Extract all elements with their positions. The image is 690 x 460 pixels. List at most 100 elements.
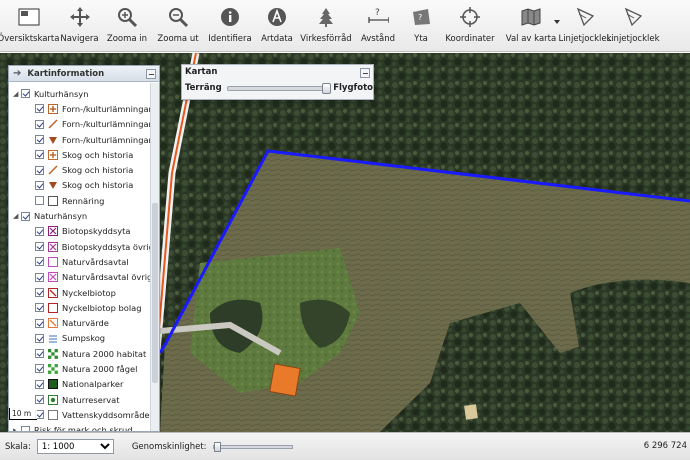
scale-bar: 10 m [9,408,37,420]
layer-item[interactable]: Naturvårdsavtal [9,254,159,269]
tool-navigera-button[interactable]: Navigera [57,0,102,52]
layer-checkbox[interactable] [35,104,44,114]
layer-group-checkbox[interactable] [21,211,30,221]
tool-koordinater-button[interactable]: Koordinater [440,0,500,52]
tool-artdata-button[interactable]: Artdata [256,0,298,52]
collapse-triangle-icon[interactable]: ◢ [13,212,21,220]
tool-label: Översiktskarta [0,34,60,44]
tool-zooma-in-button[interactable]: Zooma in [102,0,152,52]
layer-checkbox[interactable] [35,318,44,328]
layer-symbol-icon [48,165,58,175]
tool-identifiera-button[interactable]: Identifiera [204,0,256,52]
layer-group[interactable]: ◢ Naturhänsyn [9,208,159,223]
panel-minimize-button[interactable] [146,69,156,79]
layer-checkbox[interactable] [35,395,44,405]
layer-checkbox[interactable] [35,226,44,236]
layer-symbol-icon [48,119,58,129]
layer-checkbox[interactable] [35,364,44,374]
line-width-icon [622,6,644,28]
tool-översiktskarta-button[interactable]: Översiktskarta [0,0,60,52]
layer-group-label: Naturhänsyn [34,211,88,222]
layer-item[interactable]: Nationalparker [9,377,159,392]
layer-item[interactable]: Skog och historia [9,178,159,193]
tool-zooma-ut-button[interactable]: Zooma ut [152,0,204,52]
map-info-header[interactable]: ➔ Kartinformation [9,66,159,82]
tool-linjetjocklek-button[interactable]: Linjetjocklek [606,0,660,52]
layer-item[interactable]: Rennäring [9,193,159,208]
map-info-title: Kartinformation [27,68,105,79]
layer-symbol-icon [48,333,58,343]
tool-label: Zooma in [106,34,148,44]
transparency-slider-handle[interactable] [213,441,221,452]
layer-item[interactable]: Forn-/kulturlämningar [9,101,159,116]
tool-yta-button[interactable]: ? Yta [402,0,440,52]
tool-label: Artdata [261,34,293,44]
collapse-triangle-icon[interactable]: ◢ [13,90,21,98]
layer-item[interactable]: Forn-/kulturlämningar [9,117,159,132]
status-bar: Skala: 1: 1000 Genomskinlighet: 6 296 72… [0,432,690,460]
layer-item[interactable]: Forn-/kulturlämningar [9,132,159,147]
layer-item[interactable]: Naturvårdsavtal övriga [9,270,159,285]
layer-item[interactable]: Skog och historia [9,147,159,162]
layer-symbol-icon [48,149,58,160]
map-type-slider[interactable] [226,82,331,94]
layer-checkbox[interactable] [35,135,44,145]
layer-checkbox[interactable] [35,242,44,252]
expand-arrow-icon[interactable]: ➔ [13,68,21,79]
layer-checkbox[interactable] [35,257,44,267]
layer-checkbox[interactable] [35,333,44,343]
layer-checkbox[interactable] [35,180,44,190]
layer-checkbox[interactable] [35,349,44,359]
layer-checkbox[interactable] [35,303,44,313]
tool-linjetjocklek-button[interactable]: Linjetjocklek [558,0,612,52]
map-type-window: Kartan Terräng Flygfoto [181,64,374,100]
tree-icon [315,6,337,28]
layer-symbol-icon [48,394,58,405]
map-type-minimize-button[interactable] [360,68,370,78]
scale-select[interactable]: 1: 1000 [36,439,114,454]
layer-item[interactable]: Biotopskyddsyta [9,224,159,239]
layer-item[interactable]: Biotopskyddsyta övriga [9,239,159,254]
layer-item[interactable]: Naturvärde [9,315,159,330]
layer-tree: ◢ Kulturhänsyn Forn-/kulturlämningar Forn-/… [9,82,159,431]
zoom-in-icon [116,6,138,28]
scale-label: Skala: [5,441,31,452]
layer-checkbox[interactable] [35,379,44,389]
layer-group-checkbox[interactable] [21,89,30,99]
distance-icon: ? [367,6,389,28]
panel-scroll-thumb[interactable] [152,203,158,383]
panel-scrollbar[interactable] [150,83,159,431]
tool-val-av-karta-button[interactable]: Val av karta [500,0,562,52]
tool-virkesförråd-button[interactable]: Virkesförråd [298,0,354,52]
tool-label: Linjetjocklek [558,34,612,44]
layer-symbol-icon [48,302,58,313]
layer-checkbox[interactable] [35,165,44,175]
tool-label: Virkesförråd [300,34,352,44]
layer-symbol-icon [48,226,58,237]
layer-symbol-icon [48,409,58,420]
layer-item[interactable]: Natura 2000 habitat [9,346,159,361]
layer-item[interactable]: Skog och historia [9,162,159,177]
layer-label: Nyckelbiotop bolag [62,302,142,313]
layer-label: Skog och historia [62,180,134,191]
layer-group[interactable]: ▸ Risk för mark och skrud [9,423,159,431]
layer-symbol-icon [48,272,58,283]
layer-checkbox[interactable] [35,196,44,206]
layer-item[interactable]: Naturreservat [9,392,159,407]
layer-checkbox[interactable] [35,272,44,282]
layer-item[interactable]: Natura 2000 fågel [9,361,159,376]
layer-checkbox[interactable] [35,150,44,160]
layer-label: Forn-/kulturlämningar [62,134,152,145]
transparency-slider[interactable] [212,441,293,452]
layer-symbol-icon [48,135,58,145]
dropdown-caret-icon[interactable] [554,20,560,24]
layer-item[interactable]: Sumpskog [9,331,159,346]
layer-group[interactable]: ◢ Kulturhänsyn [9,86,159,101]
layer-checkbox[interactable] [35,119,44,129]
layer-item[interactable]: Nyckelbiotop [9,285,159,300]
map-type-slider-handle[interactable] [321,82,331,94]
tool-avstånd-button[interactable]: ? Avstånd [354,0,402,52]
layer-checkbox[interactable] [35,288,44,297]
layer-label: Skog och historia [62,165,134,176]
layer-item[interactable]: Nyckelbiotop bolag [9,300,159,315]
